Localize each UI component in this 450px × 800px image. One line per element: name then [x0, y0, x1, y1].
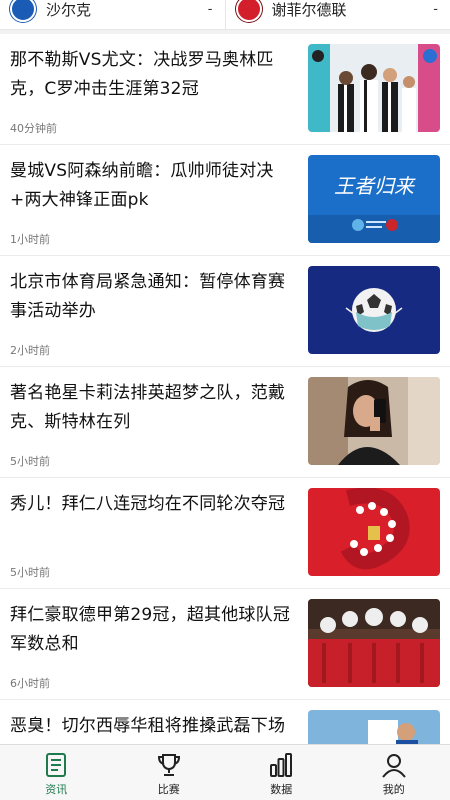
news-thumbnail[interactable]: [308, 710, 440, 744]
bayern-celebration-icon: [308, 488, 440, 576]
news-doc-icon: [46, 753, 67, 777]
bar-chart-icon: [270, 753, 293, 777]
news-item[interactable]: 曼城VS阿森纳前瞻：瓜帅师徒对决+两大神锋正面pk 1小时前 王者归来: [0, 145, 450, 256]
tab-profile[interactable]: 我的: [338, 745, 450, 800]
user-icon: [381, 754, 406, 778]
tab-label: 比赛: [157, 783, 180, 796]
away-team[interactable]: 谢菲尔德联 -: [224, 0, 450, 29]
news-item[interactable]: 著名艳星卡莉法排英超梦之队，范戴克、斯特林在列 5小时前: [0, 367, 450, 478]
match-strip[interactable]: 沙尔克 - 谢菲尔德联 -: [0, 0, 450, 30]
news-thumbnail[interactable]: [308, 599, 440, 687]
selfie-photo-icon: [308, 377, 440, 465]
news-item[interactable]: 北京市体育局紧急通知：暂停体育赛事活动举办 2小时前: [0, 256, 450, 367]
sheffield-logo-icon: [235, 0, 262, 22]
news-item[interactable]: 恶臭！切尔西辱华租将推搡武磊下场: [0, 700, 450, 744]
away-team-score: -: [433, 2, 438, 17]
news-title: 曼城VS阿森纳前瞻：瓜帅师徒对决+两大神锋正面pk: [10, 161, 274, 210]
bottom-tab-bar: 资讯 比赛 数据 我的: [0, 744, 450, 800]
home-team-name: 沙尔克: [46, 1, 92, 19]
home-team-score: -: [207, 2, 213, 17]
news-item[interactable]: 拜仁豪取德甲第29冠，超其他球队冠军数总和 6小时前: [0, 589, 450, 700]
bayern-trophy-icon: [308, 599, 440, 687]
tab-label: 资讯: [45, 783, 68, 796]
juventus-players-photo-icon: [308, 44, 440, 132]
news-time: 40分钟前: [10, 122, 57, 135]
news-title: 那不勒斯VS尤文：决战罗马奥林匹克，C罗冲击生涯第32冠: [10, 50, 274, 99]
football-mask-icon: [308, 266, 440, 354]
news-item[interactable]: 秀儿！拜仁八连冠均在不同轮次夺冠 5小时前: [0, 478, 450, 589]
news-title: 著名艳星卡莉法排英超梦之队，范戴克、斯特林在列: [10, 383, 286, 432]
match-action-icon: [308, 710, 440, 744]
news-thumbnail[interactable]: [308, 266, 440, 354]
schalke-logo-icon: [10, 0, 36, 22]
home-team[interactable]: 沙尔克 -: [0, 0, 225, 29]
news-thumbnail[interactable]: [308, 377, 440, 465]
tab-matches[interactable]: 比赛: [113, 745, 226, 800]
news-time: 5小时前: [10, 566, 50, 579]
news-time: 2小时前: [10, 344, 50, 357]
away-team-name: 谢菲尔德联: [271, 1, 347, 19]
news-thumbnail[interactable]: [308, 488, 440, 576]
news-time: 5小时前: [10, 455, 50, 468]
poster-image-icon: 王者归来: [308, 155, 440, 243]
news-title: 北京市体育局紧急通知：暂停体育赛事活动举办: [10, 272, 286, 321]
news-feed[interactable]: 那不勒斯VS尤文：决战罗马奥林匹克，C罗冲击生涯第32冠 40分钟前 曼城VS阿…: [0, 34, 450, 744]
news-time: 1小时前: [10, 233, 50, 246]
news-time: 6小时前: [10, 677, 50, 690]
tab-news[interactable]: 资讯: [0, 745, 113, 800]
news-title: 拜仁豪取德甲第29冠，超其他球队冠军数总和: [10, 605, 291, 654]
news-title: 恶臭！切尔西辱华租将推搡武磊下场: [10, 716, 286, 736]
tab-label: 数据: [270, 783, 293, 796]
news-item[interactable]: 那不勒斯VS尤文：决战罗马奥林匹克，C罗冲击生涯第32冠 40分钟前: [0, 34, 450, 145]
tab-data[interactable]: 数据: [225, 745, 338, 800]
news-thumbnail[interactable]: 王者归来: [308, 155, 440, 243]
tab-label: 我的: [382, 783, 405, 796]
poster-title: 王者归来: [334, 174, 416, 198]
trophy-icon: [157, 754, 180, 776]
news-thumbnail[interactable]: [308, 44, 440, 132]
news-title: 秀儿！拜仁八连冠均在不同轮次夺冠: [10, 494, 286, 514]
